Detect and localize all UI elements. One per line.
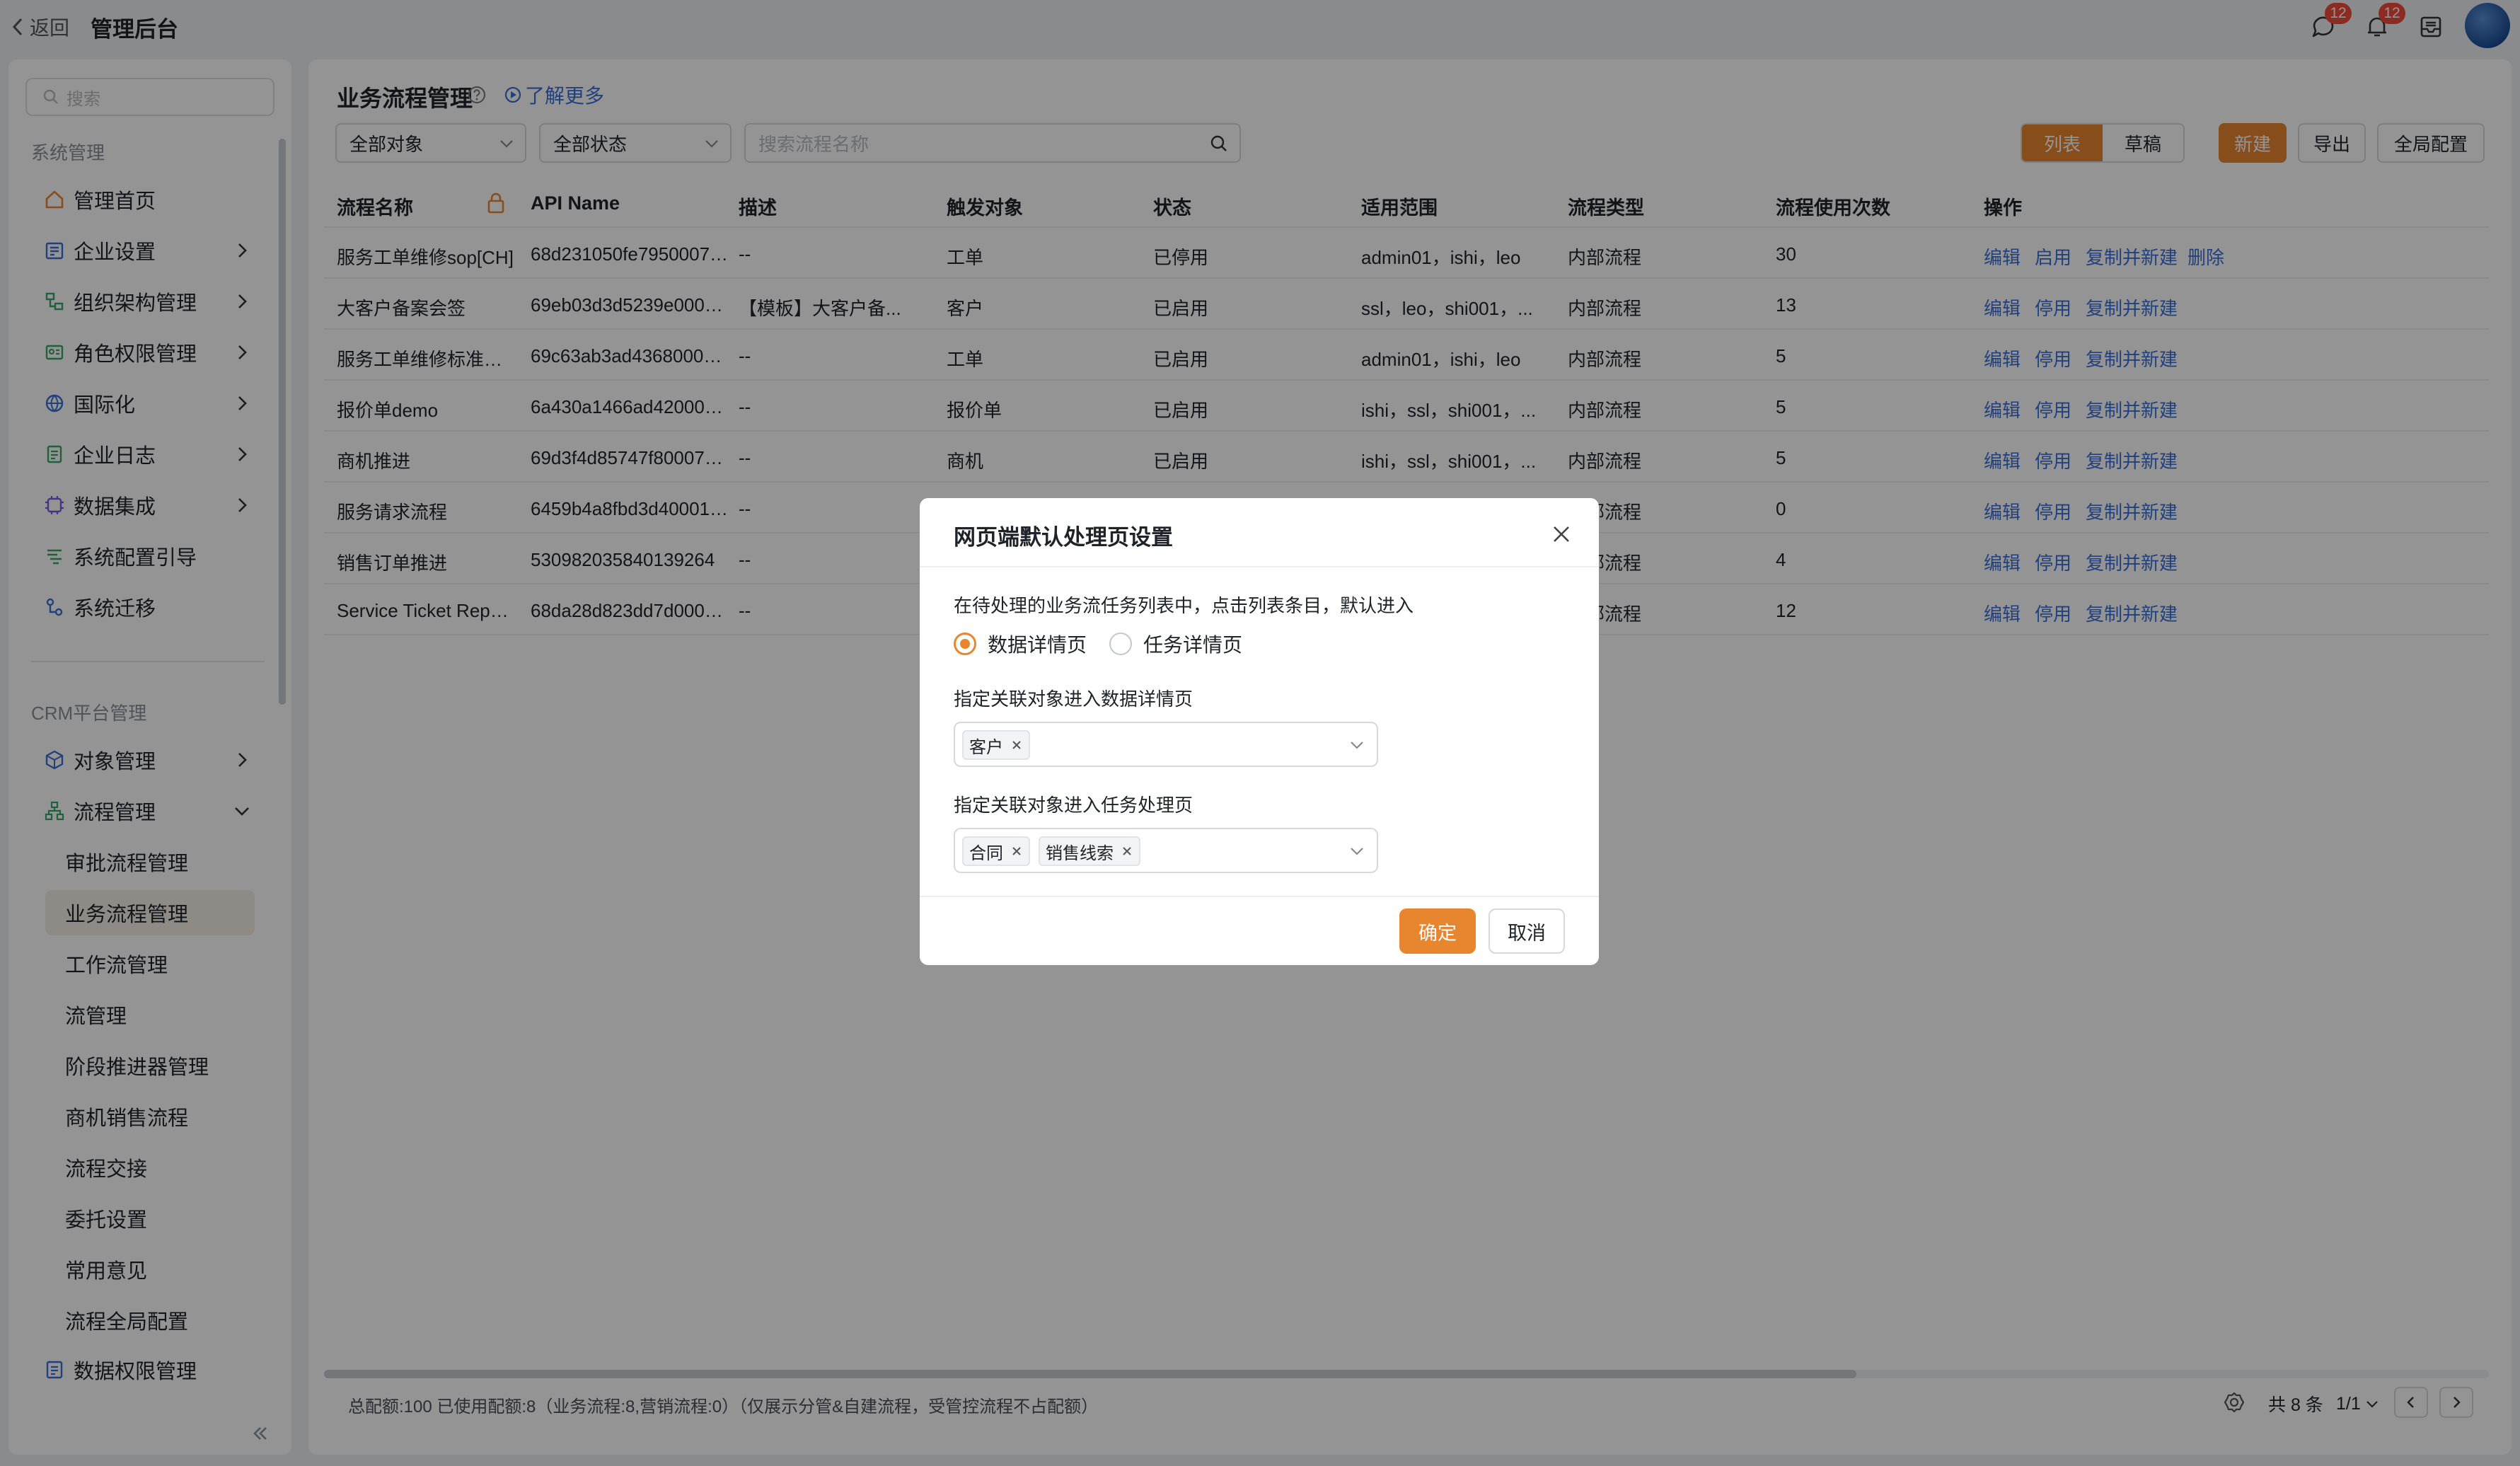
- radio-unchecked-icon: [1109, 633, 1132, 655]
- task-page-object-select[interactable]: 合同 销售线索: [954, 828, 1378, 873]
- dialog-footer-divider: [920, 896, 1599, 897]
- task-page-label: 指定关联对象进入任务处理页: [954, 795, 1193, 816]
- dialog-prompt: 在待处理的业务流任务列表中，点击列表条目，默认进入: [954, 595, 1414, 616]
- remove-tag-icon[interactable]: [1121, 845, 1133, 858]
- chevron-down-icon: [1351, 848, 1363, 855]
- dialog-divider: [920, 566, 1599, 567]
- close-icon[interactable]: [1549, 522, 1573, 546]
- remove-tag-icon[interactable]: [1010, 845, 1023, 858]
- radio-task-detail[interactable]: 任务详情页: [1109, 630, 1242, 658]
- tag-label: 客户: [969, 737, 1003, 757]
- radio-checked-icon: [954, 633, 976, 655]
- dialog-title: 网页端默认处理页设置: [954, 525, 1173, 550]
- remove-tag-icon[interactable]: [1010, 739, 1023, 751]
- default-page-settings-dialog: 网页端默认处理页设置 在待处理的业务流任务列表中，点击列表条目，默认进入 数据详…: [920, 498, 1599, 965]
- selected-tag: 客户: [962, 730, 1030, 760]
- data-detail-object-select[interactable]: 客户: [954, 722, 1378, 767]
- selected-tag: 销售线索: [1039, 836, 1140, 866]
- radio-label: 数据详情页: [988, 634, 1087, 656]
- cancel-button[interactable]: 取消: [1489, 908, 1565, 954]
- data-detail-label: 指定关联对象进入数据详情页: [954, 688, 1193, 710]
- confirm-button[interactable]: 确定: [1399, 908, 1476, 954]
- radio-data-detail[interactable]: 数据详情页: [954, 630, 1087, 658]
- tag-label: 合同: [969, 843, 1003, 863]
- radio-label: 任务详情页: [1143, 634, 1243, 656]
- selected-tag: 合同: [962, 836, 1030, 866]
- chevron-down-icon: [1351, 741, 1363, 749]
- tag-label: 销售线索: [1046, 843, 1114, 863]
